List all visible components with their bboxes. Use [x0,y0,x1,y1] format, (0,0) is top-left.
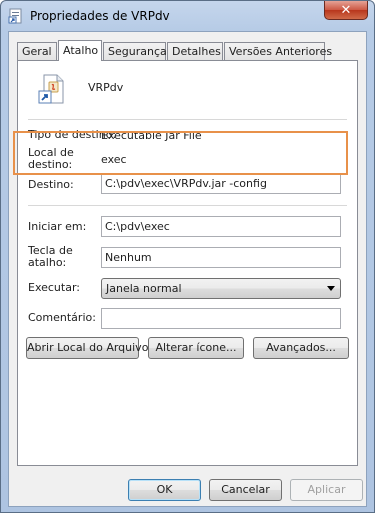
separator [28,119,347,120]
shortcut-properties-icon [8,8,22,24]
properties-window: Propriedades de VRPdv ✕ Geral Atalho Seg… [0,0,375,513]
run-select-value: Janela normal [106,282,182,295]
hotkey-field[interactable]: Nenhum [101,247,341,268]
cancel-button[interactable]: Cancelar [209,479,282,501]
dialog-body: Geral Atalho Segurança Detalhes Versões … [8,31,367,507]
run-select[interactable]: Janela normal [101,278,341,299]
start-in-label: Iniciar em: [28,220,87,233]
start-in-field[interactable]: C:\pdv\exec [101,216,341,237]
target-field[interactable]: C:\pdv\exec\VRPdv.jar -config [101,173,341,194]
window-title: Propriedades de VRPdv [30,9,170,23]
target-label: Destino: [28,178,74,191]
tab-versoes-anteriores[interactable]: Versões Anteriores [224,42,332,60]
comment-label: Comentário: [28,311,96,324]
separator [28,205,347,206]
shortcut-tab-panel: VRPdv Tipo de destino: Executable Jar Fi… [17,60,358,466]
open-file-location-button[interactable]: Abrir Local do Arquivo [26,337,148,359]
tab-detalhes[interactable]: Detalhes [167,42,223,60]
close-icon: ✕ [340,2,352,18]
ok-button[interactable]: OK [128,479,201,501]
comment-field[interactable] [101,308,341,329]
change-icon-button[interactable]: Alterar ícone... [148,337,244,359]
hotkey-label-line2: atalho: [28,256,67,269]
target-type-value: Executable Jar File [101,129,202,142]
tab-seguranca[interactable]: Segurança [103,42,167,60]
title-bar[interactable]: Propriedades de VRPdv ✕ [1,1,374,31]
tab-atalho[interactable]: Atalho [58,40,102,61]
close-button[interactable]: ✕ [324,1,368,20]
run-label: Executar: [28,281,80,294]
shortcut-name: VRPdv [88,81,124,94]
target-location-value: exec [101,153,127,166]
jar-file-shortcut-icon [38,74,64,104]
chevron-down-icon[interactable] [327,286,335,291]
apply-button[interactable]: Aplicar [290,479,363,501]
target-location-label-line2: destino: [28,158,73,171]
tab-geral[interactable]: Geral [17,42,57,60]
advanced-button[interactable]: Avançados... [253,337,349,359]
